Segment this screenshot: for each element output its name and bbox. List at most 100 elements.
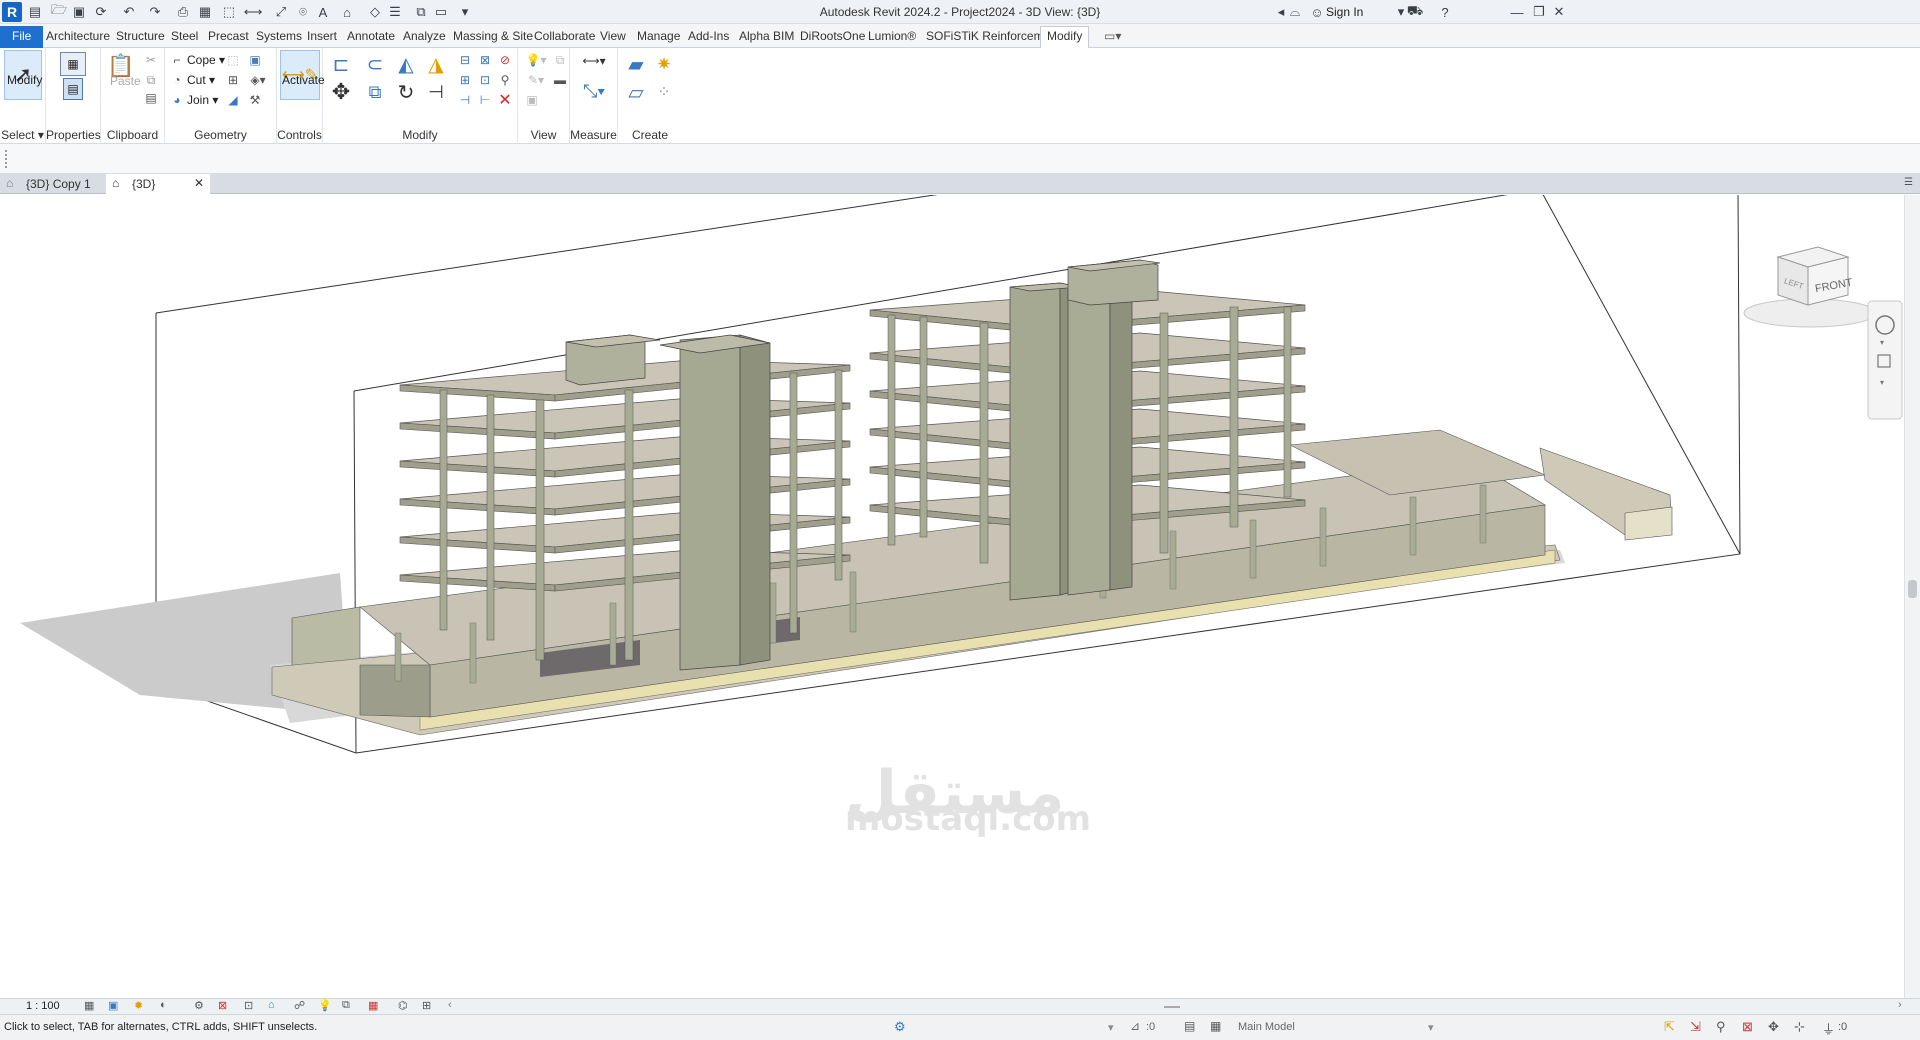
lock-3d-view-icon[interactable]: ⌂: [268, 999, 275, 1011]
tab-precast[interactable]: Precast: [202, 27, 255, 47]
open-icon[interactable]: 🗁: [50, 2, 68, 21]
beam-join-icon[interactable]: ◢: [225, 92, 241, 108]
model-3d-view[interactable]: مستقل mostaql.com FRONT LEFT ▾ ▾: [0, 195, 1904, 998]
split-gap-icon[interactable]: ⊠: [477, 52, 493, 68]
close-hidden-icon[interactable]: ⧉: [412, 3, 430, 21]
tab-massing-site[interactable]: Massing & Site: [447, 27, 539, 47]
cut-clipboard-icon[interactable]: ✂: [143, 52, 159, 68]
measure-between-icon[interactable]: ⟷▾: [576, 52, 612, 70]
measure-icon[interactable]: ⟷: [244, 3, 263, 21]
ribbon-display-toggle-icon[interactable]: ▭▾: [1098, 27, 1127, 47]
active-design-option[interactable]: Main Model: [1238, 1021, 1295, 1033]
select-box-icon[interactable]: ▬: [552, 72, 568, 88]
unpin-icon[interactable]: ⊘: [497, 52, 513, 68]
pdf-icon[interactable]: ▦: [196, 3, 214, 21]
shadows-icon[interactable]: ◐: [160, 999, 167, 1011]
split-element-icon[interactable]: ⊟: [457, 52, 473, 68]
user-icon[interactable]: ☺: [1308, 3, 1326, 21]
crop-view-icon[interactable]: ⊠: [218, 999, 227, 1012]
filter-icon[interactable]: ⏚: [1822, 1019, 1835, 1038]
paint-icon[interactable]: ▣: [247, 52, 263, 68]
home-icon[interactable]: ▤: [26, 3, 44, 21]
cart-icon[interactable]: ⛟: [1406, 3, 1424, 21]
tab-analyze[interactable]: Analyze: [397, 27, 452, 47]
properties-icon[interactable]: ▤: [63, 78, 83, 100]
mirror-pick-axis-icon[interactable]: ◭: [393, 52, 419, 76]
cope-button[interactable]: Cope ▾: [187, 53, 225, 67]
scale-selector[interactable]: 1 : 100: [26, 1000, 60, 1012]
cut-geometry-icon[interactable]: ◔: [169, 72, 185, 88]
scroll-thumb[interactable]: [1908, 580, 1917, 598]
chevron-down-icon[interactable]: ▾: [1880, 338, 1884, 347]
cut-button[interactable]: Cut ▾: [187, 73, 215, 87]
align-icon[interactable]: ⊏: [329, 52, 353, 76]
array-icon[interactable]: ⊞: [457, 72, 473, 88]
cope-icon[interactable]: ⌐: [169, 52, 185, 68]
wall-joins-icon[interactable]: ⊞: [225, 72, 241, 88]
tab-annotate[interactable]: Annotate: [341, 27, 401, 47]
drawing-canvas[interactable]: مستقل mostaql.com FRONT LEFT ▾ ▾: [0, 195, 1904, 998]
trim-single-icon[interactable]: ⊢: [477, 92, 493, 108]
default-3d-view-icon[interactable]: ⌂: [338, 3, 356, 21]
create-assembly-icon[interactable]: ▰: [624, 52, 648, 76]
tab-steel[interactable]: Steel: [165, 27, 204, 47]
worksets-icon[interactable]: ⚙: [894, 1019, 906, 1035]
match-properties-icon[interactable]: ▤: [143, 90, 159, 106]
modify-toggle-icon[interactable]: ⬚: [220, 3, 238, 21]
create-similar-icon[interactable]: ▱: [624, 80, 648, 104]
select-by-face-icon[interactable]: ⊠: [1742, 1019, 1753, 1035]
binoculars-icon[interactable]: ⌓: [1286, 3, 1304, 21]
tab-alpha-bim[interactable]: Alpha BIM: [733, 27, 800, 47]
select-pinned-icon[interactable]: ⚲: [1716, 1019, 1726, 1035]
align-dimension-icon[interactable]: ⤢: [272, 3, 290, 21]
worksharing-display-icon[interactable]: ⧉: [342, 999, 350, 1012]
restore-icon[interactable]: ❐: [1530, 3, 1548, 21]
background-process-icon[interactable]: ⊹: [1794, 1019, 1805, 1035]
aligned-dimension-icon[interactable]: ⤡▾: [576, 80, 612, 102]
select-underlay-icon[interactable]: ⇲: [1690, 1019, 1701, 1035]
tab-list-icon[interactable]: ☰: [1904, 177, 1913, 188]
customize-qat-icon[interactable]: ▾: [456, 3, 474, 21]
override-graphics-icon[interactable]: ⧉: [552, 52, 568, 68]
tab-collaborate[interactable]: Collaborate: [528, 27, 601, 47]
create-parts-icon[interactable]: ✷: [652, 52, 676, 76]
copy-icon[interactable]: ⧉: [143, 72, 159, 88]
viewcube[interactable]: FRONT LEFT: [1743, 246, 1877, 328]
text-icon[interactable]: A: [314, 3, 332, 21]
save-icon[interactable]: ▣: [70, 3, 88, 21]
trim-multiple-icon[interactable]: ⊣: [457, 92, 473, 108]
reveal-hidden-icon[interactable]: 💡: [318, 999, 332, 1012]
join-icon[interactable]: ◕: [169, 92, 185, 108]
tab-architecture[interactable]: Architecture: [40, 27, 116, 47]
detail-level-icon[interactable]: ▦: [84, 999, 94, 1012]
tag-icon[interactable]: ⌾: [294, 3, 312, 21]
delete-icon[interactable]: ✕: [497, 92, 513, 109]
help-icon[interactable]: ?: [1436, 3, 1454, 21]
thin-lines-icon[interactable]: ☰: [386, 3, 404, 21]
visual-style-icon[interactable]: ▣: [108, 999, 118, 1012]
temporary-view-properties-icon[interactable]: ▦: [368, 999, 378, 1012]
mirror-draw-axis-icon[interactable]: ◮: [423, 52, 449, 76]
hammer-icon[interactable]: ⚒: [247, 92, 263, 108]
switch-windows-icon[interactable]: ▭: [432, 3, 450, 21]
tab-file[interactable]: File: [0, 26, 44, 48]
select-dropdown[interactable]: Select ▾: [0, 128, 45, 142]
select-links-icon[interactable]: ⇱: [1664, 1019, 1675, 1035]
highlight-displacement-icon[interactable]: ⊞: [422, 999, 431, 1012]
demolish-icon[interactable]: ◈▾: [247, 72, 269, 88]
copy-modify-icon[interactable]: ⧉: [361, 80, 389, 104]
split-face-icon[interactable]: ⬚: [225, 52, 241, 68]
view-tab-3d-copy-1[interactable]: ⌂ {3D} Copy 1: [0, 174, 104, 194]
tab-dirootsone[interactable]: DiRootsOne: [794, 27, 871, 47]
chevron-right-icon[interactable]: ›: [1898, 999, 1902, 1011]
move-icon[interactable]: ✥: [329, 79, 353, 104]
chevron-down-icon[interactable]: ▾: [1428, 1021, 1434, 1034]
print-icon[interactable]: ⎙: [174, 3, 192, 21]
close-icon[interactable]: ✕: [1550, 3, 1568, 21]
create-group-icon[interactable]: ⁘: [652, 80, 676, 104]
sync-icon[interactable]: ⟳: [92, 3, 110, 21]
tab-modify[interactable]: Modify: [1040, 26, 1090, 49]
tab-structure[interactable]: Structure: [110, 27, 171, 47]
join-button[interactable]: Join ▾: [187, 93, 218, 107]
type-properties-icon[interactable]: ▦: [60, 52, 86, 76]
